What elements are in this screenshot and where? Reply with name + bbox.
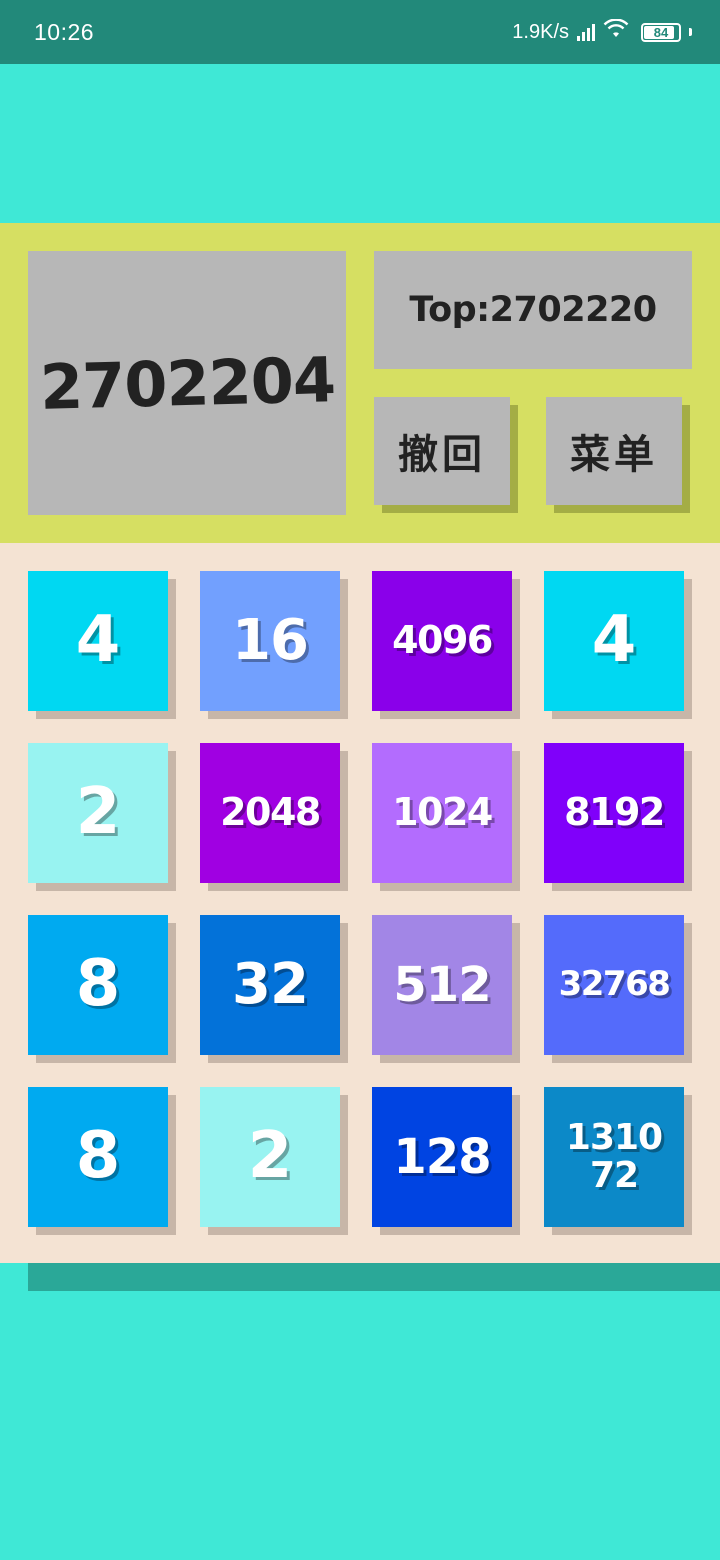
tile-cell: 2 xyxy=(200,1087,348,1235)
tile-cell: 2 xyxy=(28,743,176,891)
tile: 4 xyxy=(544,571,684,711)
tile: 2 xyxy=(28,743,168,883)
tile-cell: 2048 xyxy=(200,743,348,891)
status-indicators: 1.9K/s 84 xyxy=(512,18,692,45)
tile: 16 xyxy=(200,571,340,711)
tile-value: 8 xyxy=(75,947,121,1022)
tile-cell: 4 xyxy=(28,571,176,719)
tile-value: 512 xyxy=(393,956,491,1013)
top-score: Top:2702220 xyxy=(374,251,692,369)
undo-button-wrap: 撤回 xyxy=(374,397,518,513)
menu-button-wrap: 菜单 xyxy=(546,397,690,513)
current-score: 2702204 xyxy=(28,251,346,515)
tile: 1024 xyxy=(372,743,512,883)
tile: 2048 xyxy=(200,743,340,883)
undo-button[interactable]: 撤回 xyxy=(374,397,510,505)
tile: 128 xyxy=(372,1087,512,1227)
status-time: 10:26 xyxy=(34,18,95,45)
status-bar: 10:26 1.9K/s 84 xyxy=(0,0,720,64)
tile-cell: 32768 xyxy=(544,915,692,1063)
tile-cell: 8 xyxy=(28,1087,176,1235)
tile-cell: 128 xyxy=(372,1087,520,1235)
score-panel: 2702204 Top:2702220 撤回 菜单 xyxy=(0,223,720,543)
tile: 8 xyxy=(28,915,168,1055)
tile-value: 2 xyxy=(247,1119,293,1194)
tile-value: 1024 xyxy=(392,790,493,835)
battery-tip xyxy=(689,28,692,36)
tile: 2 xyxy=(200,1087,340,1227)
menu-button[interactable]: 菜单 xyxy=(546,397,682,505)
current-score-value: 2702204 xyxy=(38,342,336,424)
top-score-label: Top:2702220 xyxy=(409,290,657,330)
bottom-bar xyxy=(28,1263,720,1291)
wifi-icon xyxy=(603,18,629,45)
tile-value: 32 xyxy=(232,951,309,1017)
tile-value: 4096 xyxy=(392,618,493,663)
tile-cell: 131072 xyxy=(544,1087,692,1235)
tile-value: 8192 xyxy=(564,790,665,835)
battery-icon: 84 xyxy=(641,22,681,42)
tile-value: 4 xyxy=(75,603,121,678)
tile-cell: 4096 xyxy=(372,571,520,719)
network-speed: 1.9K/s xyxy=(512,20,569,43)
tile-value: 4 xyxy=(591,603,637,678)
tile-cell: 8 xyxy=(28,915,176,1063)
tile: 32768 xyxy=(544,915,684,1055)
tile-cell: 4 xyxy=(544,571,692,719)
game-board[interactable]: 4 16 4096 4 2 2048 1024 8192 8 32 512 32768 8 2 128 131… xyxy=(0,543,720,1263)
tile-value: 32768 xyxy=(558,964,671,1005)
tile: 512 xyxy=(372,915,512,1055)
tile-cell: 16 xyxy=(200,571,348,719)
tile-value: 128 xyxy=(393,1128,491,1185)
tile-cell: 1024 xyxy=(372,743,520,891)
tile-cell: 8192 xyxy=(544,743,692,891)
tile: 131072 xyxy=(544,1087,684,1227)
tile: 4 xyxy=(28,571,168,711)
tile-value: 16 xyxy=(232,607,309,673)
signal-icon xyxy=(577,23,595,41)
tile: 4096 xyxy=(372,571,512,711)
tile-cell: 512 xyxy=(372,915,520,1063)
tile-value: 8 xyxy=(75,1119,121,1194)
tile-value: 131072 xyxy=(565,1117,663,1196)
tile: 8 xyxy=(28,1087,168,1227)
tile: 8192 xyxy=(544,743,684,883)
battery-level: 84 xyxy=(653,24,669,40)
tile-cell: 32 xyxy=(200,915,348,1063)
tile-value: 2 xyxy=(75,775,121,850)
tile: 32 xyxy=(200,915,340,1055)
tile-value: 2048 xyxy=(220,790,321,835)
